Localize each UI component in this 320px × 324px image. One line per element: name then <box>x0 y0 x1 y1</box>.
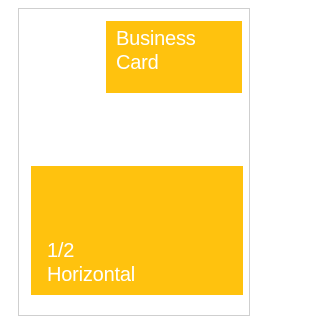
half-horizontal-ad-block: 1/2 Horizontal <box>31 166 243 295</box>
business-card-ad-block: Business Card <box>106 21 242 93</box>
half-horizontal-label: 1/2 Horizontal <box>47 240 136 286</box>
business-card-label: Business Card <box>116 28 196 74</box>
